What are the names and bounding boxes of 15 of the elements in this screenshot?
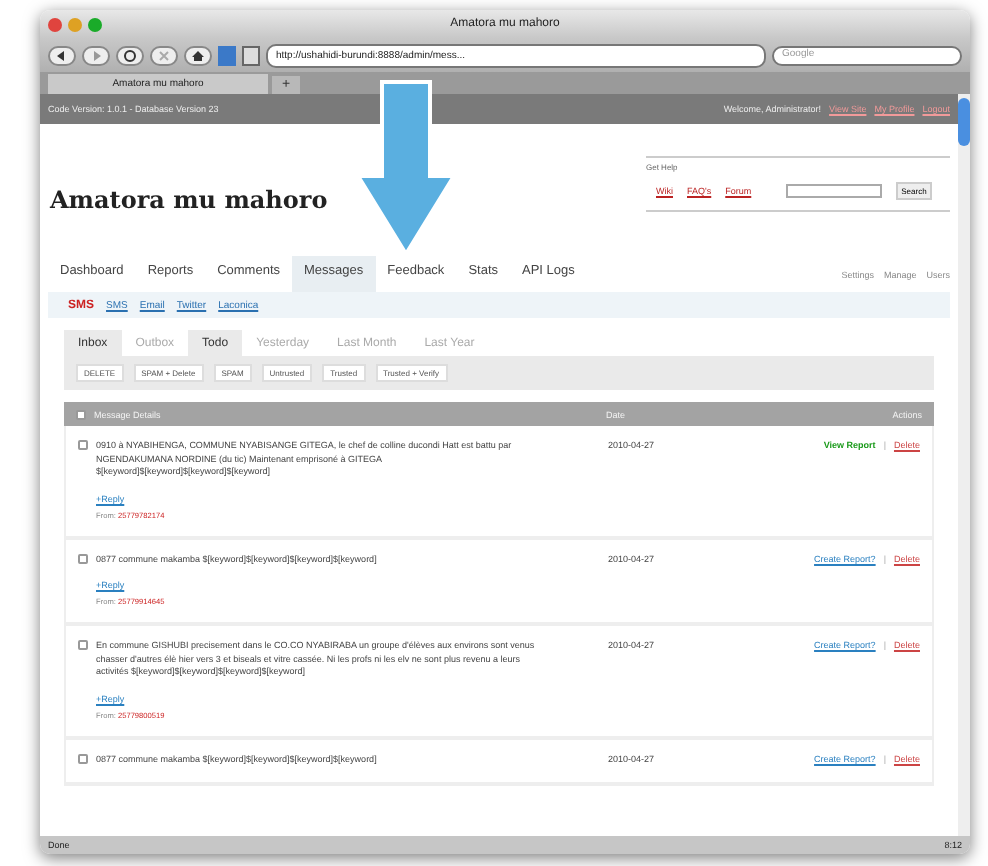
site-title: Amatora mu mahoro <box>50 186 328 218</box>
zoom-button[interactable] <box>88 17 102 31</box>
select-all-checkbox[interactable] <box>76 409 86 419</box>
row-checkbox[interactable] <box>78 640 88 651</box>
back-icon[interactable] <box>48 45 76 65</box>
close-button[interactable] <box>48 17 62 31</box>
minimize-button[interactable] <box>68 17 82 31</box>
help-search-field[interactable] <box>785 184 882 198</box>
home-icon[interactable] <box>184 45 212 65</box>
row-checkbox[interactable] <box>78 440 88 450</box>
page-icon[interactable] <box>242 45 260 65</box>
row-checkbox[interactable] <box>78 753 88 764</box>
bookmark-icon[interactable] <box>218 45 236 65</box>
row-checkbox[interactable] <box>78 553 88 564</box>
reload-icon[interactable] <box>116 45 144 65</box>
